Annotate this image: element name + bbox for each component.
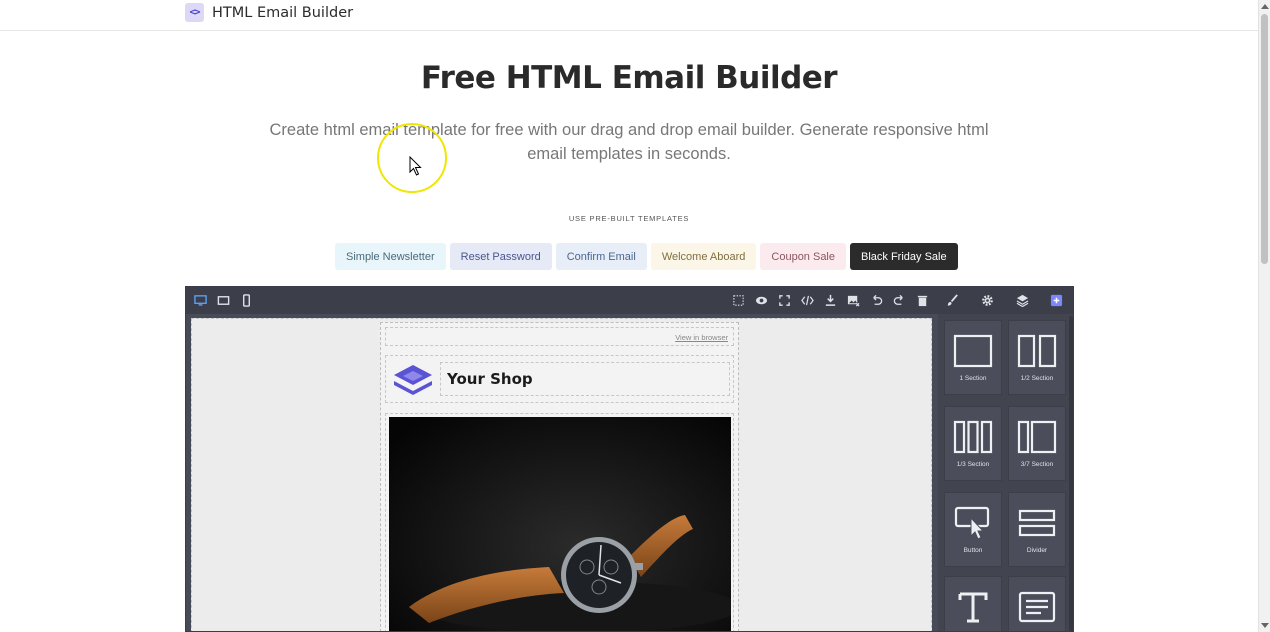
- mouse-pointer-icon: [409, 156, 422, 176]
- top-navbar: <> HTML Email Builder: [0, 0, 1258, 31]
- text-icon: [958, 592, 988, 623]
- block-1-2-section[interactable]: 1/2 Section: [1008, 320, 1066, 395]
- scrollbar-thumb[interactable]: [1261, 14, 1268, 264]
- template-buttons: Simple Newsletter Reset Password Confirm…: [335, 243, 958, 270]
- page-scrollbar[interactable]: [1258, 0, 1270, 632]
- block-1-section[interactable]: 1 Section: [944, 320, 1002, 395]
- fullscreen-icon[interactable]: [777, 293, 791, 307]
- trash-icon[interactable]: [915, 293, 929, 307]
- block-divider[interactable]: Divider: [1008, 492, 1066, 567]
- image-remove-icon[interactable]: [846, 293, 860, 307]
- divider-icon: [1018, 509, 1056, 537]
- preview-icon[interactable]: [754, 293, 768, 307]
- email-template-body[interactable]: View in browser Your Shop: [380, 322, 739, 632]
- block-button[interactable]: Button: [944, 492, 1002, 567]
- editor-toolbar: [186, 287, 1073, 314]
- sw-visibility-icon[interactable]: [731, 293, 745, 307]
- blocks-panel-scrollbar[interactable]: [1069, 316, 1073, 631]
- view-in-browser-link[interactable]: View in browser: [675, 333, 728, 342]
- code-icon: <>: [185, 3, 204, 22]
- email-row-hero-image[interactable]: [385, 413, 734, 632]
- block-label: 1 Section: [959, 375, 987, 382]
- template-simple-newsletter-button[interactable]: Simple Newsletter: [335, 243, 446, 270]
- shop-logo-icon[interactable]: [390, 361, 436, 399]
- template-black-friday-sale-button[interactable]: Black Friday Sale: [850, 243, 958, 270]
- three-column-icon: [953, 420, 993, 454]
- single-column-icon: [953, 334, 993, 368]
- templates-label: USE PRE-BUILT TEMPLATES: [568, 214, 690, 223]
- email-row-header[interactable]: Your Shop: [385, 355, 734, 403]
- editor-canvas[interactable]: View in browser Your Shop: [191, 318, 932, 632]
- blocks-panel: 1 Section 1/2 Section 1/3 Section 3/7 Se…: [938, 314, 1073, 631]
- block-3-7-section[interactable]: 3/7 Section: [1008, 406, 1066, 481]
- template-reset-password-button[interactable]: Reset Password: [449, 243, 552, 270]
- undo-icon[interactable]: [869, 293, 883, 307]
- blocks-icon[interactable]: [1049, 293, 1063, 307]
- email-editor: View in browser Your Shop 1 Section 1/2 …: [185, 286, 1074, 632]
- three-seven-column-icon: [1017, 420, 1057, 454]
- block-text-section[interactable]: [1008, 576, 1066, 631]
- template-confirm-email-button[interactable]: Confirm Email: [555, 243, 647, 270]
- block-text[interactable]: [944, 576, 1002, 631]
- shop-name: Your Shop: [447, 370, 533, 388]
- text-section-icon: [1018, 591, 1056, 623]
- page-subtitle: Create html email template for free with…: [269, 121, 989, 163]
- gear-icon[interactable]: [980, 293, 994, 307]
- scroll-down-arrow-icon[interactable]: [1261, 623, 1269, 628]
- desktop-icon[interactable]: [193, 293, 207, 307]
- block-label: 3/7 Section: [1020, 461, 1054, 468]
- shop-name-cell[interactable]: Your Shop: [440, 362, 730, 396]
- tablet-icon[interactable]: [216, 293, 230, 307]
- page-title: Free HTML Email Builder: [420, 60, 838, 96]
- mobile-icon[interactable]: [239, 293, 253, 307]
- block-label: 1/3 Section: [956, 461, 990, 468]
- download-icon[interactable]: [823, 293, 837, 307]
- code-icon[interactable]: [800, 293, 814, 307]
- template-welcome-aboard-button[interactable]: Welcome Aboard: [650, 243, 757, 270]
- scroll-up-arrow-icon[interactable]: [1261, 4, 1269, 9]
- product-watch-image[interactable]: [389, 417, 731, 632]
- template-coupon-sale-button[interactable]: Coupon Sale: [760, 243, 846, 270]
- block-label: Divider: [1026, 547, 1048, 554]
- block-label: 1/2 Section: [1020, 375, 1054, 382]
- brand-name: HTML Email Builder: [212, 4, 354, 21]
- two-column-icon: [1017, 334, 1057, 368]
- block-label: Button: [963, 547, 983, 554]
- block-1-3-section[interactable]: 1/3 Section: [944, 406, 1002, 481]
- layers-icon[interactable]: [1015, 293, 1029, 307]
- email-row-top[interactable]: View in browser: [385, 327, 734, 346]
- brush-icon[interactable]: [945, 293, 959, 307]
- brand-link[interactable]: <> HTML Email Builder: [185, 3, 353, 22]
- button-pointer-icon: [954, 506, 990, 540]
- redo-icon[interactable]: [892, 293, 906, 307]
